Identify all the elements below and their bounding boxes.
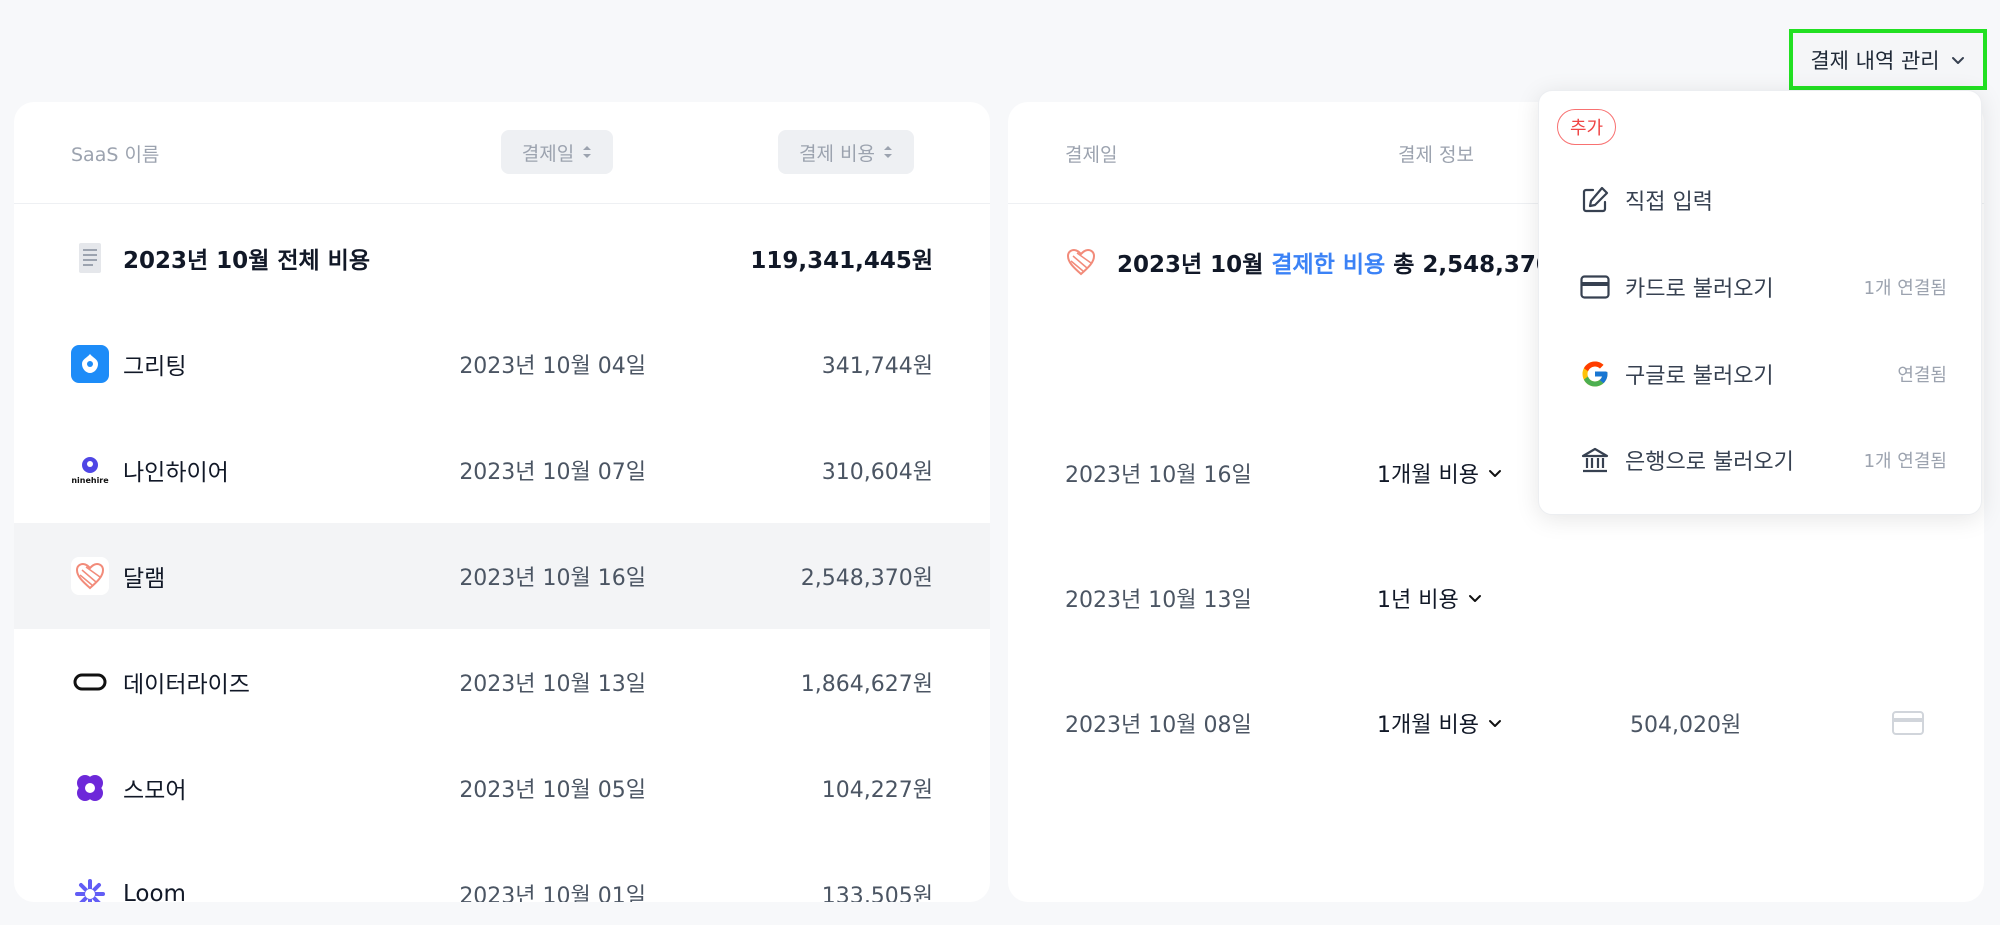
payment-row[interactable]: 2023년 10월 13일 1년 비용 <box>1008 535 1984 660</box>
saas-name: 나인하이어 <box>123 460 229 486</box>
sort-by-date-button[interactable]: 결제일 <box>501 130 613 174</box>
manage-payments-label: 결제 내역 관리 <box>1810 48 1940 73</box>
google-icon <box>1579 358 1611 390</box>
billing-period-select[interactable]: 1개월 비용 <box>1377 660 1503 785</box>
payment-amount: 1,864,627원 <box>800 672 933 697</box>
payment-date: 2023년 10월 16일 <box>1065 462 1252 488</box>
menu-item-status: 1개 연결됨 <box>1863 451 1947 472</box>
saas-name: 스모어 <box>123 778 187 804</box>
heart-logo-icon <box>71 557 109 595</box>
saas-cost-table: SaaS 이름 결제일 결제 비용 2023년 10월 전체 비용 119,34… <box>14 102 990 902</box>
sort-date-label: 결제일 <box>521 142 575 165</box>
bank-icon <box>1579 444 1611 476</box>
manage-payments-button[interactable]: 결제 내역 관리 <box>1789 29 1987 90</box>
billing-period-label: 1개월 비용 <box>1377 712 1479 738</box>
payment-row[interactable]: 2023년 10월 08일 1개월 비용 504,020원 <box>1008 660 1984 785</box>
menu-item-import-card[interactable]: 카드로 불러오기 1개 연결됨 <box>1539 244 1983 330</box>
ninehire-logo-icon: ninehire <box>71 451 109 489</box>
sort-icon <box>583 146 592 158</box>
payment-date: 2023년 10월 13일 <box>1065 587 1252 613</box>
menu-item-import-bank[interactable]: 은행으로 불러오기 1개 연결됨 <box>1539 417 1983 503</box>
total-label: 2023년 10월 전체 비용 <box>123 248 371 274</box>
heart-logo-icon <box>1066 248 1096 276</box>
billing-period-label: 1개월 비용 <box>1377 462 1479 488</box>
receipt-icon <box>71 239 109 277</box>
payment-source-menu: 추가 직접 입력 카드로 불러오기 1개 연결됨 구글로 불러오기 연결됨 은행… <box>1538 90 1982 515</box>
menu-item-label: 구글로 불러오기 <box>1625 364 1774 389</box>
menu-item-status: 1개 연결됨 <box>1863 278 1947 299</box>
smore-logo-icon <box>71 769 109 807</box>
payment-date: 2023년 10월 16일 <box>459 566 646 591</box>
billing-period-select[interactable]: 1개월 비용 <box>1377 410 1503 535</box>
table-row[interactable]: 그리팅 2023년 10월 04일 341,744원 <box>14 311 990 417</box>
saas-name: 데이터라이즈 <box>123 672 250 698</box>
credit-card-icon <box>1892 660 1924 785</box>
header-payment-date: 결제일 <box>1065 143 1118 166</box>
sort-amount-label: 결제 비용 <box>799 142 875 165</box>
header-saas-name: SaaS 이름 <box>71 143 160 166</box>
header-payment-info: 결제 정보 <box>1398 143 1474 166</box>
saas-name: 그리팅 <box>123 354 187 380</box>
payment-amount: 504,020원 <box>1630 712 1742 738</box>
payment-amount: 104,227원 <box>821 778 933 803</box>
table-row-selected[interactable]: 달램 2023년 10월 16일 2,548,370원 <box>14 523 990 629</box>
table-row[interactable]: 데이터라이즈 2023년 10월 13일 1,864,627원 <box>14 629 990 735</box>
ninehire-logo-text: ninehire <box>71 475 109 485</box>
payment-date: 2023년 10월 01일 <box>459 884 646 902</box>
billing-period-label: 1년 비용 <box>1377 587 1459 613</box>
table-row[interactable]: 스모어 2023년 10월 05일 104,227원 <box>14 735 990 841</box>
datarize-logo-icon <box>71 663 109 701</box>
payment-date: 2023년 10월 05일 <box>459 778 646 803</box>
saas-name: Loom <box>123 881 186 902</box>
payment-amount: 133,505원 <box>821 884 933 902</box>
loom-logo-icon <box>71 875 109 902</box>
menu-item-label: 은행으로 불러오기 <box>1625 450 1794 475</box>
add-badge: 추가 <box>1557 109 1617 145</box>
payment-date: 2023년 10월 13일 <box>459 672 646 697</box>
table-row[interactable]: Loom 2023년 10월 01일 133,505원 <box>14 841 990 902</box>
menu-item-status: 연결됨 <box>1897 365 1947 386</box>
total-row: 2023년 10월 전체 비용 119,341,445원 <box>14 205 990 311</box>
chevron-down-icon <box>1488 469 1501 477</box>
saas-name: 달램 <box>123 566 166 592</box>
payment-amount: 310,604원 <box>821 460 933 485</box>
menu-item-label: 카드로 불러오기 <box>1625 277 1774 302</box>
sort-by-amount-button[interactable]: 결제 비용 <box>778 130 914 174</box>
total-amount: 119,341,445원 <box>750 248 933 274</box>
summary-highlight: 결제한 비용 <box>1271 252 1386 278</box>
menu-item-label: 직접 입력 <box>1625 190 1713 215</box>
payment-date: 2023년 10월 08일 <box>1065 712 1252 738</box>
edit-icon <box>1579 184 1611 216</box>
table-row[interactable]: ninehire 나인하이어 2023년 10월 07일 310,604원 <box>14 417 990 523</box>
chevron-down-icon <box>1488 719 1501 727</box>
chevron-down-icon <box>1468 594 1481 602</box>
payment-date: 2023년 10월 07일 <box>459 460 646 485</box>
summary-month: 2023년 10월 <box>1117 252 1264 278</box>
payment-amount: 2,548,370원 <box>800 566 933 591</box>
chevron-down-icon <box>1951 56 1964 64</box>
billing-period-select[interactable]: 1년 비용 <box>1377 535 1483 660</box>
table-header: SaaS 이름 결제일 결제 비용 <box>14 102 990 204</box>
payment-date: 2023년 10월 04일 <box>459 354 646 379</box>
sort-icon <box>883 146 892 158</box>
menu-item-import-google[interactable]: 구글로 불러오기 연결됨 <box>1539 331 1983 417</box>
monthly-summary: 2023년 10월 결제한 비용 총 2,548,370원 <box>1065 232 1573 292</box>
menu-item-manual-entry[interactable]: 직접 입력 <box>1539 157 1983 243</box>
credit-card-icon <box>1579 271 1611 303</box>
greeting-logo-icon <box>71 345 109 383</box>
payment-amount: 341,744원 <box>821 354 933 379</box>
